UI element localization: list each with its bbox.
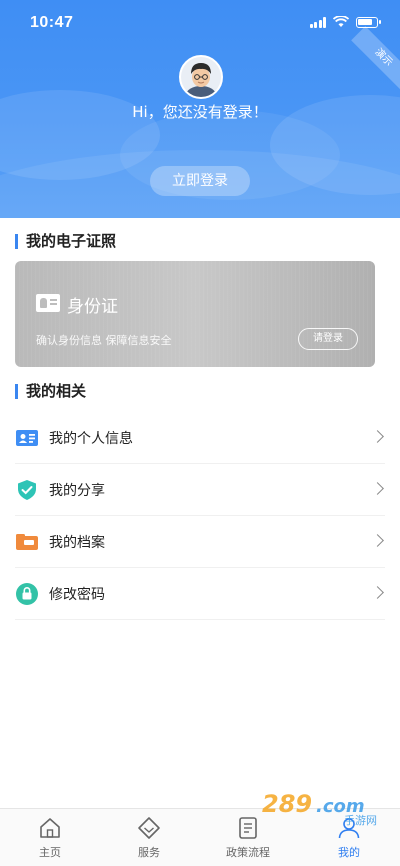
menu-item-label: 修改密码 (49, 586, 105, 603)
diamond-icon (136, 815, 162, 841)
shield-check-icon (15, 478, 39, 502)
tab-home[interactable]: 主页 (20, 815, 80, 860)
signal-icon (309, 16, 326, 28)
site-watermark-logo: 289 .com 手游网 (258, 786, 398, 827)
related-menu: 我的个人信息 我的分享 我的档案 修改密码 (15, 412, 385, 620)
profile-header: 10:47 演示 Hi，您还没有登录！ 立即登录 (0, 0, 400, 218)
wifi-icon (333, 16, 349, 27)
related-section-title: 我的相关 (15, 384, 86, 399)
login-greeting: Hi，您还没有登录！ (132, 103, 268, 121)
certificates-section-title: 我的电子证照 (15, 234, 116, 249)
tab-label: 我的 (338, 846, 360, 859)
tab-label: 主页 (39, 846, 61, 859)
menu-item-label: 我的个人信息 (49, 430, 133, 447)
menu-item-my-share[interactable]: 我的分享 (15, 464, 385, 516)
chevron-right-icon (371, 586, 384, 599)
svg-text:289: 289 (262, 790, 312, 818)
certificate-name: 身份证 (67, 297, 118, 317)
avatar-illustration (181, 57, 221, 97)
menu-item-label: 我的档案 (49, 534, 105, 551)
tab-label: 服务 (138, 846, 160, 859)
certificate-description: 确认身份信息 保障信息安全 (36, 334, 172, 347)
status-icons (309, 16, 381, 28)
svg-text:手游网: 手游网 (344, 813, 377, 826)
battery-icon (356, 16, 381, 28)
menu-item-label: 我的分享 (49, 482, 105, 499)
id-card-icon (36, 294, 60, 312)
id-card-icon (15, 426, 39, 450)
id-card-certificate[interactable]: 身份证 确认身份信息 保障信息安全 请登录 (15, 261, 375, 367)
tab-label: 政策流程 (226, 846, 270, 859)
tab-services[interactable]: 服务 (119, 815, 179, 860)
lock-icon (15, 582, 39, 606)
menu-item-personal-info[interactable]: 我的个人信息 (15, 412, 385, 464)
home-icon (37, 815, 63, 841)
menu-item-my-archive[interactable]: 我的档案 (15, 516, 385, 568)
chevron-right-icon (371, 430, 384, 443)
status-bar: 10:47 (0, 0, 400, 44)
certificate-login-button[interactable]: 请登录 (298, 328, 358, 350)
chevron-right-icon (371, 534, 384, 547)
chevron-right-icon (371, 482, 384, 495)
menu-item-change-password[interactable]: 修改密码 (15, 568, 385, 620)
archive-icon (15, 530, 39, 554)
status-time: 10:47 (30, 14, 74, 31)
login-button[interactable]: 立即登录 (150, 166, 250, 196)
avatar[interactable] (179, 55, 223, 99)
